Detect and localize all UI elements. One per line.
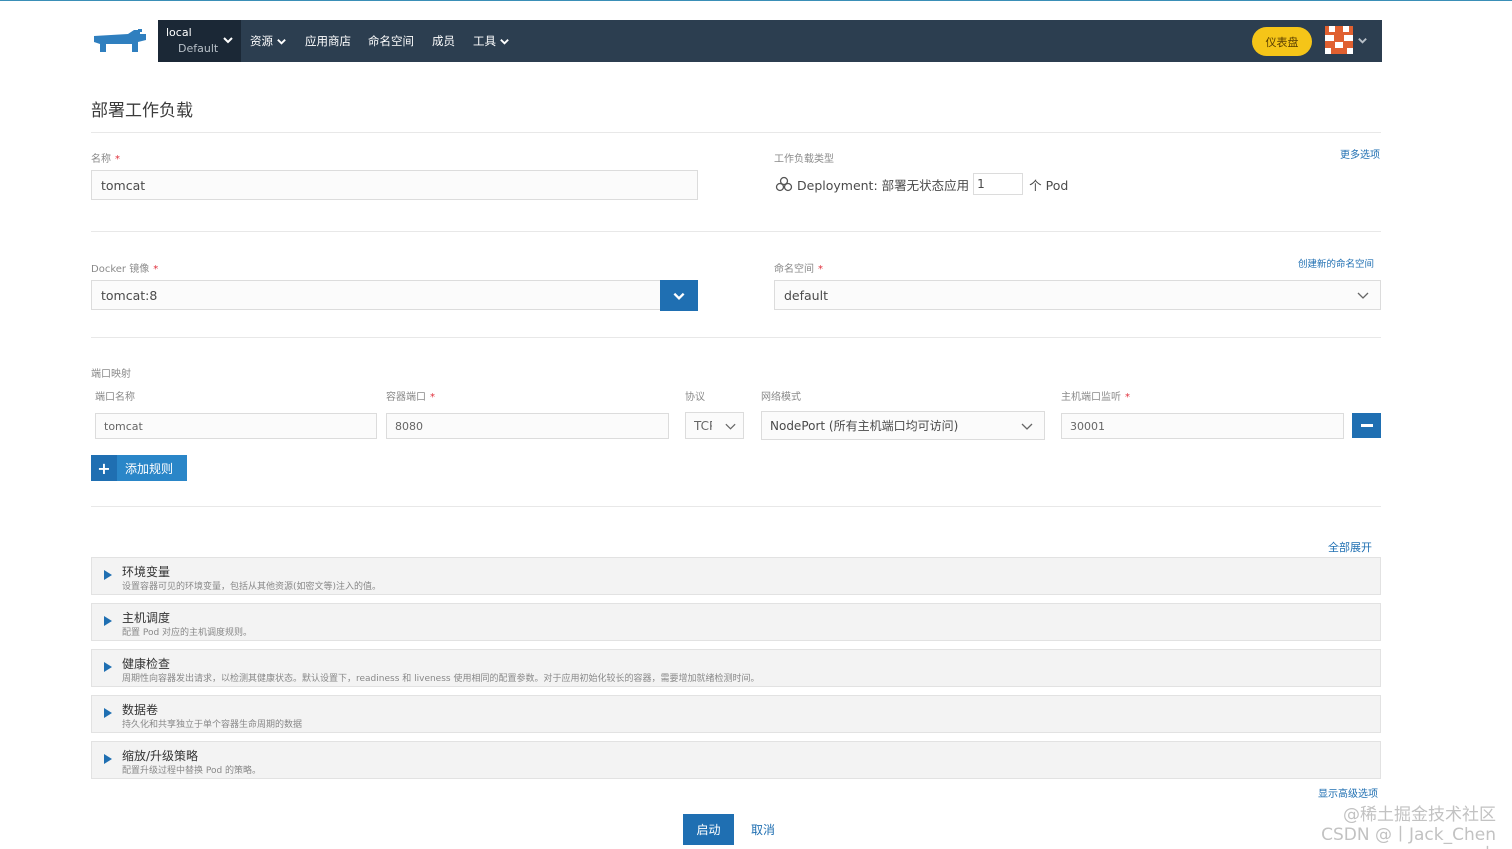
nav-namespaces-label: 命名空间	[368, 34, 414, 48]
host-port-input[interactable]: 30001	[1061, 413, 1344, 439]
nav-app-store-label: 应用商店	[305, 34, 351, 48]
divider	[91, 231, 1381, 232]
protocol-value: TCP	[694, 418, 712, 433]
chevron-down-icon	[673, 292, 685, 300]
replica-unit: 个 Pod	[1029, 177, 1069, 193]
col-container-port: 容器端口 *	[386, 392, 435, 403]
namespace-label-text: 命名空间	[774, 264, 814, 275]
expand-arrow-icon	[104, 662, 112, 672]
protocol-select[interactable]: TCP	[685, 412, 744, 439]
network-mode-select[interactable]: NodePort (所有主机端口均可访问)	[761, 411, 1045, 440]
nav-resources[interactable]: 资源	[250, 33, 287, 49]
section-title: 缩放/升级策略	[122, 749, 199, 763]
expand-arrow-icon	[104, 708, 112, 718]
name-input[interactable]: tomcat	[91, 170, 698, 200]
section-title: 主机调度	[122, 611, 171, 625]
plus-icon: +	[91, 455, 117, 481]
chevron-down-icon	[223, 37, 233, 44]
section-title: 健康检查	[122, 657, 171, 671]
namespace-value: default	[784, 287, 828, 303]
show-advanced-link[interactable]: 显示高级选项	[1318, 785, 1378, 800]
network-mode-value: NodePort (所有主机端口均可访问)	[770, 419, 959, 433]
more-options-link[interactable]: 更多选项	[1340, 146, 1380, 161]
section-title: 环境变量	[122, 565, 171, 579]
chevron-down-icon	[500, 38, 509, 45]
divider	[91, 337, 1381, 338]
section-desc: 设置容器可见的环境变量，包括从其他资源(如密文等)注入的值。	[122, 582, 382, 592]
col-container-port-text: 容器端口	[386, 392, 426, 403]
section-scheduling[interactable]: 主机调度 配置 Pod 对应的主机调度规则。	[91, 603, 1381, 641]
port-name-input[interactable]: tomcat	[95, 413, 377, 439]
replica-count-input[interactable]: 1	[973, 173, 1024, 195]
expand-arrow-icon	[104, 754, 112, 764]
chevron-down-icon	[725, 423, 736, 430]
container-port-input[interactable]: 8080	[386, 413, 669, 439]
workload-type-label: 工作负载类型	[774, 154, 834, 165]
col-host-port-text: 主机端口监听	[1061, 392, 1121, 403]
watermark-line2: CSDN @丨Jack_Chen丨	[1321, 825, 1496, 849]
col-port-name: 端口名称	[95, 392, 135, 403]
docker-image-label-text: Docker 镜像	[91, 264, 150, 275]
chevron-down-icon	[277, 38, 286, 45]
divider	[91, 132, 1381, 133]
watermark: @稀土掘金技术社区 CSDN @丨Jack_Chen丨	[1316, 805, 1496, 849]
nav-members[interactable]: 成员	[432, 33, 455, 49]
workload-type-text: Deployment: 部署无状态应用	[797, 177, 970, 193]
expand-all-link[interactable]: 全部展开	[1328, 539, 1372, 555]
workload-type-row: Deployment: 部署无状态应用 1 个 Pod	[775, 172, 1068, 196]
launch-button[interactable]: 启动	[683, 814, 734, 845]
nav-tools-label: 工具	[473, 34, 496, 48]
section-env-vars[interactable]: 环境变量 设置容器可见的环境变量，包括从其他资源(如密文等)注入的值。	[91, 557, 1381, 595]
section-volumes[interactable]: 数据卷 持久化和共享独立于单个容器生命周期的数据	[91, 695, 1381, 733]
col-protocol: 协议	[685, 392, 705, 403]
nav-tools[interactable]: 工具	[473, 33, 510, 49]
port-mapping-label: 端口映射	[91, 369, 131, 380]
chevron-down-icon	[1357, 292, 1369, 299]
namespace-label: 命名空间 *	[774, 264, 823, 275]
add-rule-button[interactable]: + 添加规则	[91, 455, 187, 481]
watermark-line1: @稀土掘金技术社区	[1343, 805, 1496, 825]
section-title: 数据卷	[122, 703, 159, 717]
create-namespace-link[interactable]: 创建新的命名空间	[1298, 256, 1374, 270]
section-desc: 周期性向容器发出请求，以检测其健康状态。默认设置下，readiness 和 li…	[122, 674, 760, 684]
project-name: Default	[178, 42, 219, 55]
dashboard-button[interactable]: 仪表盘	[1252, 27, 1312, 56]
avatar[interactable]	[1325, 26, 1353, 54]
chevron-down-icon	[1021, 423, 1033, 430]
cluster-name: local	[166, 26, 192, 39]
col-host-port: 主机端口监听 *	[1061, 392, 1130, 403]
section-desc: 持久化和共享独立于单个容器生命周期的数据	[122, 720, 303, 730]
nav-app-store[interactable]: 应用商店	[305, 33, 351, 49]
nav-namespaces[interactable]: 命名空间	[368, 33, 414, 49]
col-network-mode: 网络模式	[761, 392, 801, 403]
top-accent-line	[0, 0, 1512, 1]
expand-arrow-icon	[104, 570, 112, 580]
page-title: 部署工作负载	[91, 101, 193, 121]
nav-members-label: 成员	[432, 34, 455, 48]
cluster-switcher[interactable]: local Default	[158, 20, 241, 62]
name-label-text: 名称	[91, 154, 111, 165]
section-scaling[interactable]: 缩放/升级策略 配置升级过程中替换 Pod 的策略。	[91, 741, 1381, 779]
docker-image-label: Docker 镜像 *	[91, 264, 159, 275]
nav-resources-label: 资源	[250, 34, 273, 48]
section-health-check[interactable]: 健康检查 周期性向容器发出请求，以检测其健康状态。默认设置下，readiness…	[91, 649, 1381, 687]
rancher-logo-icon[interactable]	[90, 26, 150, 56]
deployment-icon	[775, 176, 793, 192]
name-label: 名称 *	[91, 154, 120, 165]
namespace-select[interactable]: default	[774, 280, 1381, 310]
add-rule-label: 添加规则	[125, 461, 174, 476]
divider	[91, 506, 1381, 507]
section-desc: 配置 Pod 对应的主机调度规则。	[122, 628, 253, 638]
top-navbar: local Default 资源 应用商店 命名空间 成员 工具 仪表盘	[158, 20, 1382, 62]
minus-icon	[1360, 423, 1373, 427]
section-desc: 配置升级过程中替换 Pod 的策略。	[122, 766, 262, 776]
expand-arrow-icon	[104, 616, 112, 626]
remove-port-button[interactable]	[1352, 413, 1381, 438]
image-dropdown-button[interactable]	[660, 280, 698, 311]
chevron-down-icon[interactable]	[1357, 35, 1368, 46]
docker-image-input[interactable]: tomcat:8	[91, 280, 661, 310]
cancel-button[interactable]: 取消	[751, 821, 775, 838]
